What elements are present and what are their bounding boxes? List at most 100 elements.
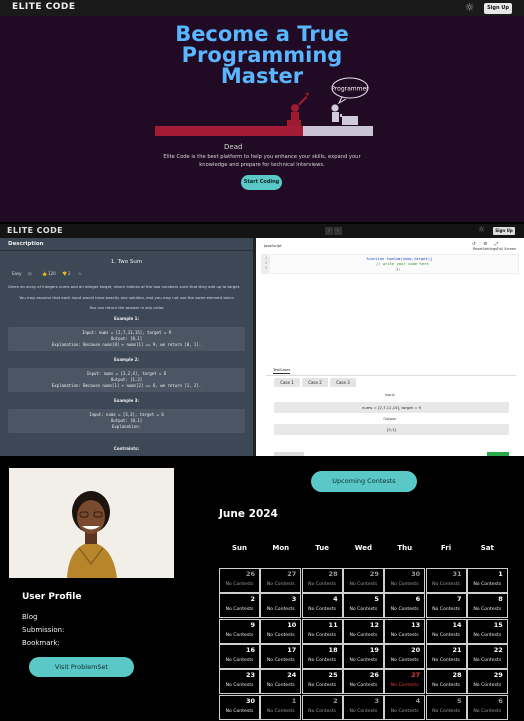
case-1-button[interactable]: Case 1 — [274, 378, 300, 387]
calendar-day-cell[interactable]: 30 No Contests — [219, 694, 260, 720]
calendar-day-cell[interactable]: 16 No Contests — [219, 643, 260, 669]
calendar-day-cell[interactable]: 26 No Contests — [219, 568, 260, 593]
calendar-day-number: 11 — [328, 620, 338, 629]
calendar-day-cell[interactable]: 23 No Contests — [219, 669, 260, 695]
prev-problem-icon[interactable]: ‹ — [325, 227, 333, 235]
calendar-day-cell[interactable]: 18 No Contests — [301, 643, 343, 669]
language-select[interactable]: JavaScript — [264, 244, 282, 248]
output-label: Output: — [383, 417, 397, 421]
calendar-contest-status: No Contests — [225, 582, 254, 587]
case-3-button[interactable]: Case 3 — [330, 378, 356, 387]
calendar-contest-status: No Contests — [225, 632, 254, 638]
input-value: nums = [2,7,11,15], target = 9 — [274, 402, 509, 413]
calendar-day-cell[interactable]: 31 No Contests — [425, 568, 467, 593]
code-editor[interactable]: 123 function twoSum(nums,target){// writ… — [261, 254, 519, 274]
theme-sun-icon[interactable]: ☼ — [463, 1, 476, 14]
calendar-day-cell[interactable]: 7 No Contests — [425, 593, 467, 619]
calendar-day-cell[interactable]: 1 No Contests — [260, 694, 302, 720]
calendar-day-cell[interactable]: 28 No Contests — [425, 669, 467, 695]
screenshot-collage: ELITE CODE ☼ Sign Up Become a True Progr… — [0, 0, 524, 721]
calendar-day-cell[interactable]: 5 No Contests — [425, 694, 467, 720]
calendar-day-cell[interactable]: 27 No Contests — [384, 669, 426, 695]
landing-logo[interactable]: ELITE CODE — [12, 2, 76, 12]
problem-logo[interactable]: ELITE CODE — [7, 226, 63, 235]
calendar-day-cell[interactable]: 4 No Contests — [384, 694, 426, 720]
problem-signup-button[interactable]: Sign Up — [493, 227, 515, 235]
calendar-day-cell[interactable]: 4 No Contests — [301, 593, 343, 619]
case-2-button[interactable]: Case 2 — [302, 378, 328, 387]
code-content[interactable]: function twoSum(nums,target){// write yo… — [276, 256, 432, 271]
calendar-day-cell[interactable]: 9 No Contests — [219, 618, 260, 644]
calendar-day-cell[interactable]: 2 No Contests — [301, 694, 343, 720]
calendar-contest-status: No Contests — [473, 632, 502, 638]
dislike-icon[interactable]: 👎 — [62, 271, 67, 276]
calendar-day-cell[interactable]: 30 No Contests — [384, 568, 426, 593]
star-icon[interactable]: ☆ — [78, 271, 82, 276]
calendar-contest-status: No Contests — [432, 632, 460, 638]
start-coding-button[interactable]: Start Coding — [241, 175, 282, 190]
calendar-day-cell[interactable]: 17 No Contests — [260, 643, 302, 669]
output-value: [0,1] — [274, 424, 509, 435]
calendar-day-cell[interactable]: 28 No Contests — [301, 568, 343, 593]
calendar-day-cell[interactable]: 26 No Contests — [342, 669, 384, 695]
calendar-day-cell[interactable]: 3 No Contests — [342, 694, 384, 720]
upcoming-contests-button[interactable]: Upcoming Contests — [311, 471, 417, 492]
calendar-day-cell[interactable]: 1 No Contests — [466, 568, 508, 593]
calendar-contest-status: No Contests — [225, 657, 254, 663]
theme-sun-icon[interactable]: ☼ — [478, 225, 485, 234]
calendar-day-cell[interactable]: 29 No Contests — [342, 568, 384, 593]
next-problem-icon[interactable]: › — [334, 227, 342, 235]
profile-blog[interactable]: Blog — [22, 613, 37, 621]
calendar-day-cell[interactable]: 11 No Contests — [301, 618, 343, 644]
calendar-day-number: 18 — [328, 645, 338, 654]
calendar-contest-status: No Contests — [349, 708, 378, 714]
calendar-day-cell[interactable]: 12 No Contests — [342, 618, 384, 644]
calendar-day-number: 28 — [328, 570, 338, 578]
calendar-contest-status: No Contests — [390, 582, 419, 587]
calendar-day-number: 15 — [493, 620, 503, 629]
calendar-contest-status: No Contests — [225, 708, 254, 714]
calendar-contest-status: No Contests — [225, 607, 254, 613]
calendar-day-cell[interactable]: 22 No Contests — [466, 643, 508, 669]
calendar-day-cell[interactable]: 25 No Contests — [301, 669, 343, 695]
calendar-day-number: 7 — [456, 595, 462, 604]
calendar-day-cell[interactable]: 24 No Contests — [260, 669, 302, 695]
calendar-day-number: 16 — [245, 645, 255, 654]
calendar-contest-status: No Contests — [390, 657, 419, 663]
calendar-day-cell[interactable]: 15 No Contests — [466, 618, 508, 644]
testcases-divider — [266, 375, 516, 376]
calendar-day-cell[interactable]: 5 No Contests — [342, 593, 384, 619]
calendar-day-cell[interactable]: 19 No Contests — [342, 643, 384, 669]
calendar-day-number: 26 — [369, 671, 379, 680]
calendar-day-number: 6 — [498, 696, 503, 705]
calendar-day-cell[interactable]: 6 No Contests — [466, 694, 508, 720]
problem-title: 1. Two Sum — [110, 259, 143, 265]
calendar-day-number: 1 — [498, 570, 503, 578]
testcases-tab[interactable]: TestCases — [273, 368, 291, 374]
calendar-contest-status: No Contests — [473, 657, 502, 663]
like-icon[interactable]: 👍 — [42, 271, 47, 276]
calendar-day-cell[interactable]: 29 No Contests — [466, 669, 508, 695]
calendar-contest-status: No Contests — [473, 708, 502, 714]
profile-bookmark: Bookmark: — [22, 639, 60, 647]
calendar-contest-status: No Contests — [308, 708, 337, 714]
calendar-day-cell[interactable]: 6 No Contests — [384, 593, 426, 619]
dislikes-count: 2 — [68, 271, 71, 276]
calendar-day-number: 19 — [369, 645, 379, 654]
calendar-day-cell[interactable]: 27 No Contests — [260, 568, 302, 593]
tab-description[interactable]: Description — [8, 241, 44, 247]
calendar-day-cell[interactable]: 8 No Contests — [466, 593, 508, 619]
calendar-day-number: 5 — [456, 696, 462, 705]
calendar-day-cell[interactable]: 13 No Contests — [384, 618, 426, 644]
calendar-contest-status: No Contests — [266, 683, 295, 689]
calendar-day-cell[interactable]: 2 No Contests — [219, 593, 260, 619]
calendar-day-cell[interactable]: 14 No Contests — [425, 618, 467, 644]
landing-signup-button[interactable]: Sign Up — [484, 3, 512, 14]
weekday-header: Sun — [231, 544, 247, 552]
calendar-day-cell[interactable]: 20 No Contests — [384, 643, 426, 669]
calendar-day-cell[interactable]: 3 No Contests — [260, 593, 302, 619]
visit-problemset-button[interactable]: Visit ProblemSet — [29, 657, 134, 677]
calendar-day-cell[interactable]: 21 No Contests — [425, 643, 467, 669]
calendar-day-number: 31 — [452, 570, 462, 578]
calendar-day-cell[interactable]: 10 No Contests — [260, 618, 302, 644]
